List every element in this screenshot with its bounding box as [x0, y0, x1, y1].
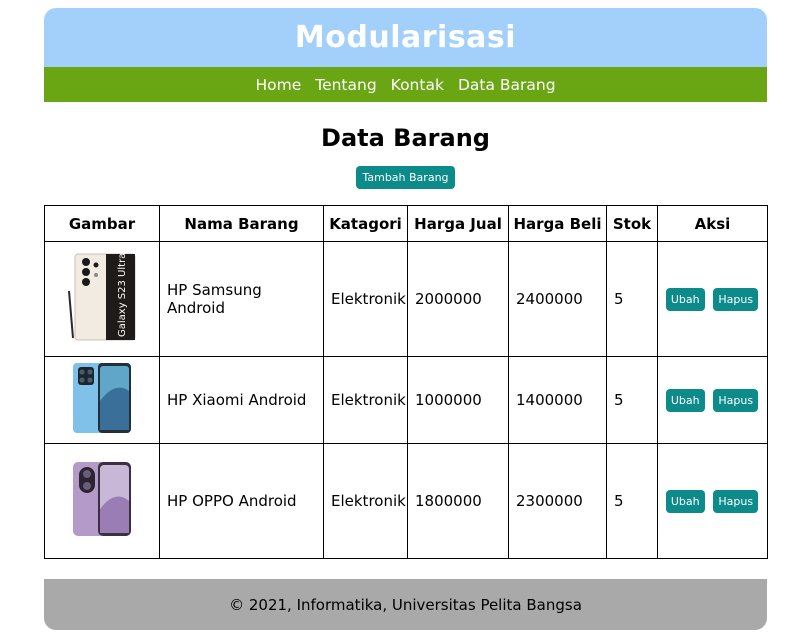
- col-header-aksi: Aksi: [657, 205, 768, 242]
- product-sell-price: 1800000: [407, 443, 509, 559]
- col-header-stok: Stok: [606, 205, 658, 242]
- nav-tentang[interactable]: Tentang: [315, 76, 376, 94]
- table-header-row: Gambar Nama Barang Katagori Harga Jual H…: [44, 205, 768, 242]
- col-header-harga-jual: Harga Jual: [407, 205, 509, 242]
- site-title: Modularisasi: [294, 20, 517, 55]
- samsung-image-text: Galaxy S23 Ultra: [117, 253, 128, 337]
- delete-button[interactable]: Hapus: [713, 388, 759, 412]
- product-buy-price: 1400000: [508, 356, 607, 444]
- edit-button[interactable]: Ubah: [665, 489, 705, 513]
- col-header-harga-beli: Harga Beli: [508, 205, 607, 242]
- product-stock: 5: [606, 443, 658, 559]
- items-table: Gambar Nama Barang Katagori Harga Jual H…: [44, 205, 768, 559]
- product-image-cell: [44, 443, 160, 559]
- main-nav: Home Tentang Kontak Data Barang: [44, 67, 767, 102]
- xiaomi-phone-image: [73, 363, 131, 433]
- table-row: HP OPPO Android Elektronik 1800000 23000…: [44, 443, 768, 559]
- add-item-button[interactable]: Tambah Barang: [356, 166, 455, 189]
- product-category: Elektronik: [323, 241, 408, 357]
- nav-data-barang[interactable]: Data Barang: [458, 76, 556, 94]
- product-actions: Ubah Hapus: [657, 356, 768, 444]
- edit-button[interactable]: Ubah: [665, 287, 705, 311]
- product-image-cell: Galaxy S23 Ultra: [44, 241, 160, 357]
- footer-text: © 2021, Informatika, Universitas Pelita …: [229, 595, 582, 614]
- site-footer: © 2021, Informatika, Universitas Pelita …: [44, 579, 767, 630]
- product-image-cell: [44, 356, 160, 444]
- product-buy-price: 2300000: [508, 443, 607, 559]
- page-container: Modularisasi Home Tentang Kontak Data Ba…: [44, 8, 768, 630]
- product-sell-price: 1000000: [407, 356, 509, 444]
- product-stock: 5: [606, 241, 658, 357]
- col-header-katagori: Katagori: [323, 205, 408, 242]
- product-stock: 5: [606, 356, 658, 444]
- col-header-gambar: Gambar: [44, 205, 160, 242]
- oppo-phone-image: [73, 462, 131, 536]
- product-name: HP OPPO Android: [159, 443, 324, 559]
- nav-home[interactable]: Home: [255, 76, 301, 94]
- product-name: HP Samsung Android: [159, 241, 324, 357]
- page-title: Data Barang: [321, 124, 490, 152]
- samsung-phone-image: Galaxy S23 Ultra: [68, 253, 136, 341]
- site-header: Modularisasi: [44, 8, 767, 67]
- product-buy-price: 2400000: [508, 241, 607, 357]
- nav-kontak[interactable]: Kontak: [391, 76, 444, 94]
- delete-button[interactable]: Hapus: [713, 287, 759, 311]
- table-row: HP Xiaomi Android Elektronik 1000000 140…: [44, 356, 768, 444]
- product-name: HP Xiaomi Android: [159, 356, 324, 444]
- col-header-nama-barang: Nama Barang: [159, 205, 324, 242]
- product-category: Elektronik: [323, 443, 408, 559]
- delete-button[interactable]: Hapus: [713, 489, 759, 513]
- product-actions: Ubah Hapus: [657, 241, 768, 357]
- product-sell-price: 2000000: [407, 241, 509, 357]
- product-category: Elektronik: [323, 356, 408, 444]
- table-row: Galaxy S23 Ultra HP Samsung Android Elek…: [44, 241, 768, 357]
- edit-button[interactable]: Ubah: [665, 388, 705, 412]
- product-actions: Ubah Hapus: [657, 443, 768, 559]
